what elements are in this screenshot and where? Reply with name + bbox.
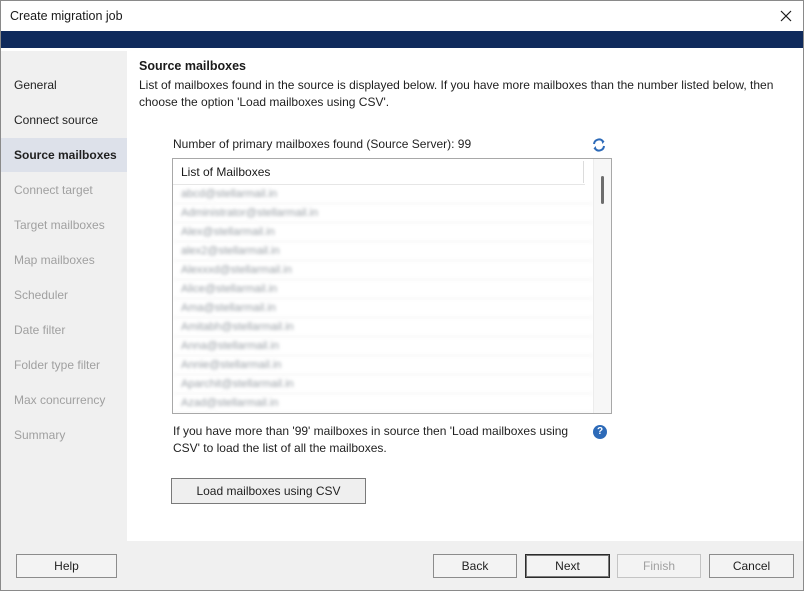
sidebar-item-general[interactable]: General bbox=[1, 68, 127, 102]
mailbox-count-label: Number of primary mailboxes found (Sourc… bbox=[173, 137, 472, 151]
list-item[interactable]: Annie@stellarmail.in bbox=[173, 356, 593, 375]
title-bar: Create migration job bbox=[1, 1, 803, 31]
list-item[interactable]: Ama@stellarmail.in bbox=[173, 299, 593, 318]
mailbox-list[interactable]: List of Mailboxes abcd@stellarmail.in Ad… bbox=[172, 158, 612, 414]
dialog-window: Create migration job General Connect sou… bbox=[0, 0, 804, 591]
header-banner bbox=[1, 31, 803, 48]
close-button[interactable] bbox=[769, 1, 803, 31]
wizard-sidebar: General Connect source Source mailboxes … bbox=[1, 51, 127, 541]
back-button[interactable]: Back bbox=[433, 554, 517, 578]
list-column-header[interactable]: List of Mailboxes bbox=[173, 159, 585, 185]
sidebar-item-source-mailboxes[interactable]: Source mailboxes bbox=[1, 138, 127, 172]
page-description: List of mailboxes found in the source is… bbox=[139, 78, 774, 109]
list-item[interactable]: Azad@stellarmail.in bbox=[173, 394, 593, 413]
csv-hint-text: If you have more than '99' mailboxes in … bbox=[173, 424, 569, 455]
page-title: Source mailboxes bbox=[139, 59, 246, 73]
list-item[interactable]: Amitabh@stellarmail.in bbox=[173, 318, 593, 337]
scrollbar-thumb[interactable] bbox=[601, 176, 604, 204]
sidebar-item-date-filter: Date filter bbox=[14, 323, 66, 337]
column-divider bbox=[583, 161, 584, 183]
window-title: Create migration job bbox=[10, 9, 123, 23]
refresh-button[interactable] bbox=[591, 137, 607, 153]
list-item[interactable]: Administrator@stellarmail.in bbox=[173, 204, 593, 223]
list-item[interactable]: Aparchit@stellarmail.in bbox=[173, 375, 593, 394]
sidebar-item-connect-source[interactable]: Connect source bbox=[1, 103, 127, 137]
list-item[interactable]: abcd@stellarmail.in bbox=[173, 185, 593, 204]
sidebar-item-summary: Summary bbox=[14, 428, 66, 442]
sidebar-item-target-mailboxes: Target mailboxes bbox=[14, 218, 105, 232]
main-panel: Source mailboxes List of mailboxes found… bbox=[127, 51, 803, 541]
sidebar-item-map-mailboxes: Map mailboxes bbox=[14, 253, 95, 267]
help-button[interactable]: Help bbox=[16, 554, 117, 578]
sidebar-item-folder-type-filter: Folder type filter bbox=[14, 358, 101, 372]
list-item[interactable]: alex2@stellarmail.in bbox=[173, 242, 593, 261]
list-item[interactable]: Anna@stellarmail.in bbox=[173, 337, 593, 356]
help-icon[interactable]: ? bbox=[593, 425, 607, 439]
close-icon bbox=[780, 10, 792, 22]
next-button[interactable]: Next bbox=[525, 554, 610, 578]
sidebar-item-connect-target: Connect target bbox=[14, 183, 93, 197]
refresh-icon bbox=[593, 138, 605, 152]
cancel-button[interactable]: Cancel bbox=[709, 554, 794, 578]
finish-button: Finish bbox=[617, 554, 701, 578]
list-scrollbar[interactable] bbox=[593, 159, 611, 413]
sidebar-item-scheduler: Scheduler bbox=[14, 288, 69, 302]
list-item[interactable]: Alexxxd@stellarmail.in bbox=[173, 261, 593, 280]
sidebar-item-max-concurrency: Max concurrency bbox=[14, 393, 106, 407]
dialog-footer: Help Back Next Finish Cancel bbox=[1, 541, 803, 590]
list-item[interactable]: Alice@stellarmail.in bbox=[173, 280, 593, 299]
list-item[interactable]: Alex@stellarmail.in bbox=[173, 223, 593, 242]
load-csv-button[interactable]: Load mailboxes using CSV bbox=[171, 478, 366, 504]
mailbox-rows: abcd@stellarmail.in Administrator@stella… bbox=[173, 185, 593, 413]
